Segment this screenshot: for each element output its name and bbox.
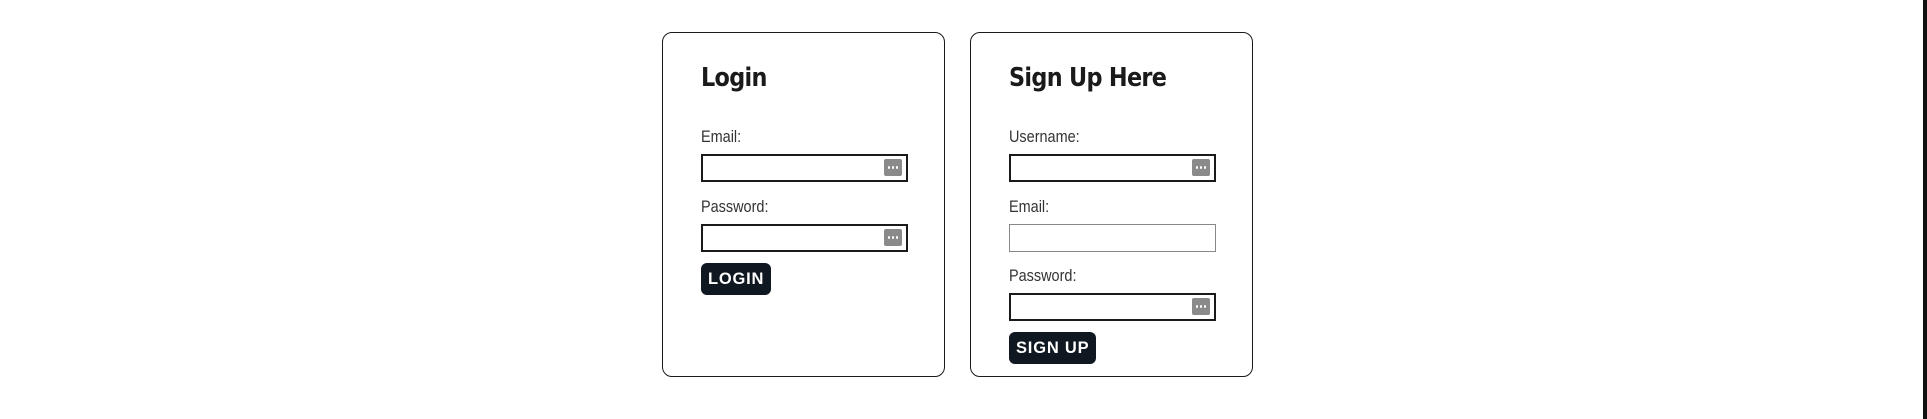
login-password-input[interactable] xyxy=(703,226,906,250)
signup-email-label: Email: xyxy=(1009,197,1050,216)
password-manager-icon[interactable] xyxy=(884,159,902,176)
password-manager-icon[interactable] xyxy=(1192,159,1210,176)
signup-username-input[interactable] xyxy=(1011,156,1214,180)
login-button[interactable]: LOGIN xyxy=(701,263,772,295)
signup-email-input[interactable] xyxy=(1010,225,1215,251)
login-email-label: Email: xyxy=(701,127,742,146)
login-email-input[interactable] xyxy=(703,156,906,180)
signup-email-field[interactable] xyxy=(1009,224,1216,252)
signup-password-input[interactable] xyxy=(1011,295,1214,319)
login-title: Login xyxy=(701,63,767,93)
login-password-label: Password: xyxy=(701,197,769,216)
login-password-field[interactable] xyxy=(701,224,908,252)
signup-title: Sign Up Here xyxy=(1009,63,1167,93)
signup-card: Sign Up Here Username: Email: Password: … xyxy=(970,32,1253,377)
login-card: Login Email: Password: LOGIN xyxy=(662,32,945,377)
signup-username-label: Username: xyxy=(1009,127,1080,146)
signup-password-label: Password: xyxy=(1009,266,1077,285)
password-manager-icon[interactable] xyxy=(884,229,902,246)
signup-password-field[interactable] xyxy=(1009,293,1216,321)
signup-username-field[interactable] xyxy=(1009,154,1216,182)
password-manager-icon[interactable] xyxy=(1192,298,1210,315)
login-email-field[interactable] xyxy=(701,154,908,182)
signup-button[interactable]: SIGN UP xyxy=(1009,332,1097,364)
window-edge xyxy=(1923,0,1927,419)
